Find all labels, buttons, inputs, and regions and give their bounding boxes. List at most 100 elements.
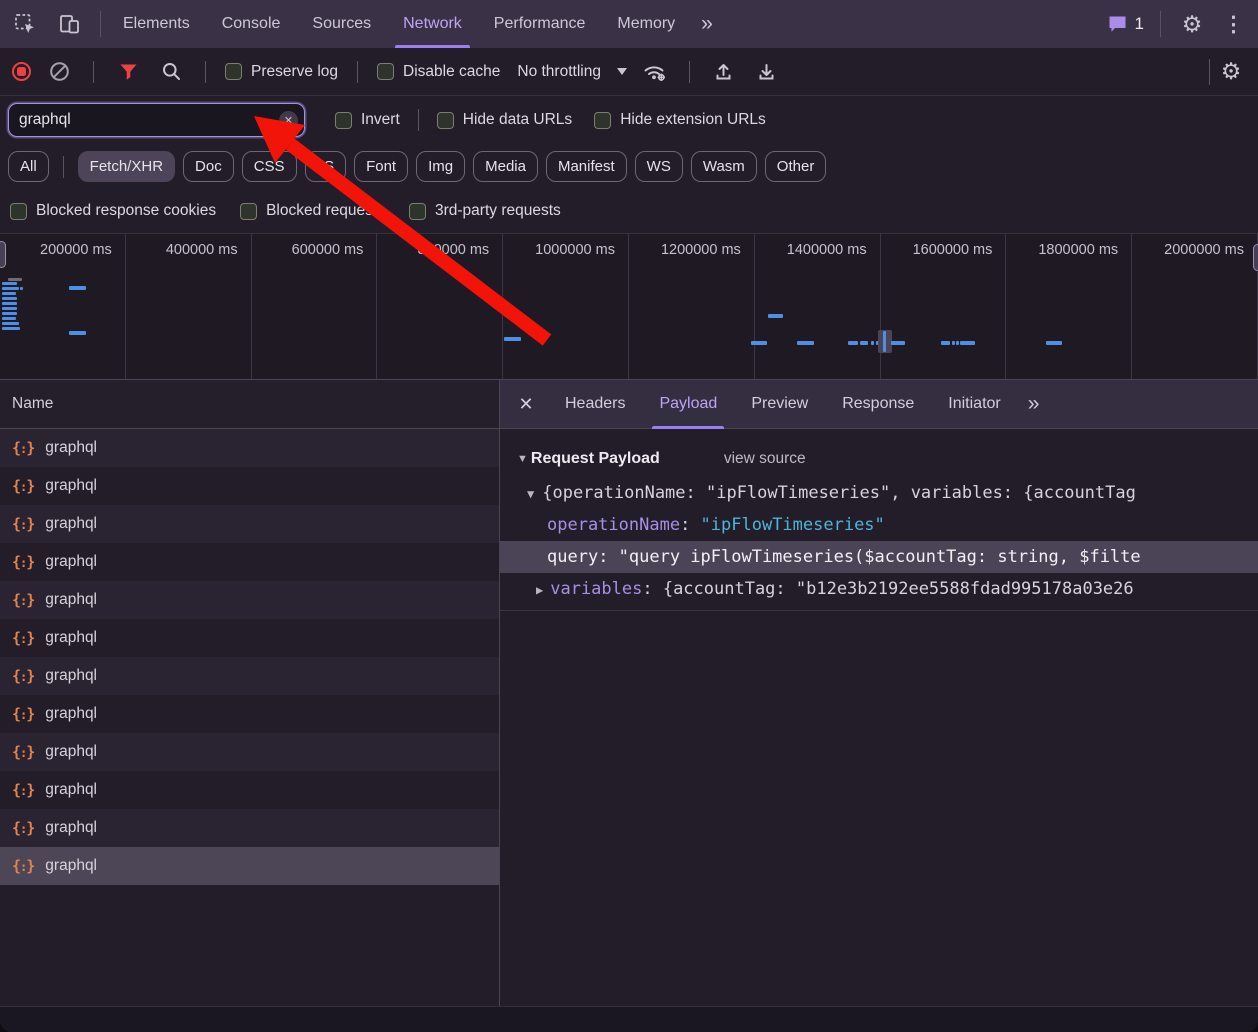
kebab-menu-icon[interactable]: ⋮ — [1217, 12, 1250, 37]
inspect-element-icon[interactable] — [10, 9, 40, 39]
chip-fetch-xhr[interactable]: Fetch/XHR — [78, 151, 175, 182]
request-bar[interactable] — [2, 327, 20, 330]
filter-funnel-icon[interactable] — [113, 57, 143, 87]
request-bar[interactable] — [69, 331, 86, 335]
more-tabs-icon[interactable]: » — [691, 12, 721, 36]
chip-manifest[interactable]: Manifest — [546, 151, 627, 182]
request-bar[interactable] — [956, 341, 959, 345]
request-row[interactable]: {:}graphql — [0, 581, 499, 619]
payload-query-row[interactable]: query: "query ipFlowTimeseries($accountT… — [500, 541, 1258, 573]
request-row[interactable]: {:}graphql — [0, 733, 499, 771]
hide-data-urls-checkbox[interactable]: Hide data URLs — [437, 111, 572, 129]
overview-left-handle[interactable] — [0, 241, 6, 268]
request-row[interactable]: {:}graphql — [0, 809, 499, 847]
request-row[interactable]: {:}graphql — [0, 543, 499, 581]
request-row[interactable]: {:}graphql — [0, 619, 499, 657]
chip-media[interactable]: Media — [473, 151, 538, 182]
request-bar[interactable] — [2, 317, 16, 320]
clear-log-icon[interactable] — [44, 57, 74, 87]
record-button[interactable] — [12, 62, 31, 81]
selected-bar-line[interactable] — [883, 331, 886, 352]
chip-other[interactable]: Other — [765, 151, 827, 182]
request-bar[interactable] — [941, 341, 950, 345]
request-row[interactable]: {:}graphql — [0, 771, 499, 809]
payload-variables-row[interactable]: ▶variables: {accountTag: "b12e3b2192ee55… — [500, 573, 1258, 605]
request-bar[interactable] — [2, 322, 19, 325]
tab-performance[interactable]: Performance — [478, 0, 602, 48]
blocked-response-cookies-checkbox[interactable]: Blocked response cookies — [10, 202, 216, 220]
blocked-requests-checkbox[interactable]: Blocked requests — [240, 202, 385, 220]
request-bar[interactable] — [797, 341, 814, 345]
payload-root-row[interactable]: ▼{operationName: "ipFlowTimeseries", var… — [500, 477, 1258, 509]
chip-font[interactable]: Font — [354, 151, 408, 182]
request-bar[interactable] — [2, 302, 17, 305]
request-bar[interactable] — [2, 282, 17, 285]
request-bar[interactable] — [2, 307, 17, 310]
detail-tab-initiator[interactable]: Initiator — [931, 380, 1017, 429]
request-bar[interactable] — [768, 314, 783, 318]
detail-tab-payload[interactable]: Payload — [642, 380, 734, 429]
chip-all[interactable]: All — [8, 151, 49, 182]
request-row[interactable]: {:}graphql — [0, 429, 499, 467]
request-bar[interactable] — [1046, 341, 1062, 345]
search-icon[interactable] — [156, 57, 186, 87]
close-icon[interactable]: ✕ — [504, 394, 548, 415]
chip-img[interactable]: Img — [416, 151, 465, 182]
request-bar[interactable] — [2, 312, 17, 315]
request-bar[interactable] — [2, 297, 17, 300]
request-bar[interactable] — [860, 341, 868, 345]
request-bar[interactable] — [891, 341, 905, 345]
request-bar[interactable] — [848, 341, 858, 345]
disable-cache-checkbox[interactable]: Disable cache — [377, 63, 500, 81]
export-har-icon[interactable] — [752, 57, 782, 87]
chip-js[interactable]: JS — [305, 151, 347, 182]
tab-memory[interactable]: Memory — [601, 0, 691, 48]
network-overview-timeline[interactable]: 200000 ms400000 ms600000 ms800000 ms1000… — [0, 233, 1258, 380]
request-row[interactable]: {:}graphql — [0, 657, 499, 695]
3rd-party-requests-checkbox[interactable]: 3rd-party requests — [409, 202, 561, 220]
network-conditions-icon[interactable] — [640, 57, 670, 87]
request-row[interactable]: {:}graphql — [0, 467, 499, 505]
request-bar[interactable] — [2, 287, 19, 290]
detail-tab-response[interactable]: Response — [825, 380, 931, 429]
tab-sources[interactable]: Sources — [296, 0, 387, 48]
request-bar[interactable] — [960, 341, 975, 345]
more-detail-tabs-icon[interactable]: » — [1018, 392, 1048, 416]
clear-filter-icon[interactable]: ✕ — [279, 111, 298, 130]
request-bar[interactable] — [20, 287, 23, 290]
chip-ws[interactable]: WS — [635, 151, 683, 182]
detail-tab-preview[interactable]: Preview — [734, 380, 825, 429]
issues-counter[interactable]: 1 — [1107, 14, 1144, 34]
request-bar[interactable] — [751, 341, 767, 345]
payload-operationname-row[interactable]: operationName: "ipFlowTimeseries" — [500, 509, 1258, 541]
request-bar[interactable] — [871, 341, 874, 345]
request-row[interactable]: {:}graphql — [0, 695, 499, 733]
detail-tab-headers[interactable]: Headers — [548, 380, 642, 429]
import-har-icon[interactable] — [709, 57, 739, 87]
network-settings-gear-icon[interactable]: ⚙ — [1216, 57, 1246, 87]
request-bar-gray[interactable] — [8, 278, 22, 281]
request-row[interactable]: {:}graphql — [0, 847, 499, 885]
request-bar[interactable] — [504, 337, 521, 341]
filter-input[interactable] — [8, 103, 305, 137]
request-bar[interactable] — [2, 292, 16, 295]
chip-css[interactable]: CSS — [242, 151, 297, 182]
request-payload-section[interactable]: ▼ Request Payload view source — [500, 441, 1258, 477]
invert-checkbox[interactable]: Invert — [335, 111, 400, 129]
request-row[interactable]: {:}graphql — [0, 505, 499, 543]
hide-extension-urls-checkbox[interactable]: Hide extension URLs — [594, 111, 766, 129]
name-column-header[interactable]: Name — [0, 380, 499, 429]
view-source-link[interactable]: view source — [724, 450, 806, 468]
throttling-dropdown[interactable]: No throttling — [517, 63, 627, 81]
chip-doc[interactable]: Doc — [183, 151, 234, 182]
chip-wasm[interactable]: Wasm — [691, 151, 757, 182]
tab-network[interactable]: Network — [387, 0, 478, 48]
overview-right-handle[interactable] — [1253, 244, 1258, 271]
preserve-log-checkbox[interactable]: Preserve log — [225, 63, 338, 81]
request-bar[interactable] — [952, 341, 955, 345]
settings-gear-icon[interactable]: ⚙ — [1177, 9, 1207, 39]
device-toolbar-icon[interactable] — [54, 9, 84, 39]
request-bar[interactable] — [69, 286, 86, 290]
tab-console[interactable]: Console — [206, 0, 297, 48]
tab-elements[interactable]: Elements — [107, 0, 206, 48]
